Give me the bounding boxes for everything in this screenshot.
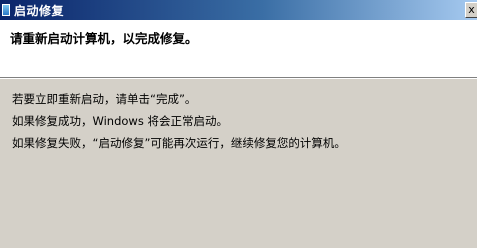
startup-repair-icon	[2, 4, 10, 16]
instruction-heading: 请重新启动计算机，以完成修复。	[10, 31, 198, 46]
window-title: 启动修复	[14, 3, 65, 18]
title-bar: 启动修复 x	[0, 0, 477, 20]
close-icon: x	[468, 3, 475, 16]
header-panel: 请重新启动计算机，以完成修复。	[0, 20, 477, 77]
message-line-restart: 若要立即重新启动，请单击“完成”。	[12, 92, 197, 106]
message-body: 若要立即重新启动，请单击“完成”。 如果修复成功，Windows 将会正常启动。…	[12, 88, 346, 154]
close-button[interactable]: x	[465, 2, 477, 18]
message-line-failure: 如果修复失败，“启动修复”可能再次运行，继续修复您的计算机。	[12, 136, 346, 150]
divider	[0, 77, 477, 79]
message-line-success: 如果修复成功，Windows 将会正常启动。	[12, 114, 228, 128]
